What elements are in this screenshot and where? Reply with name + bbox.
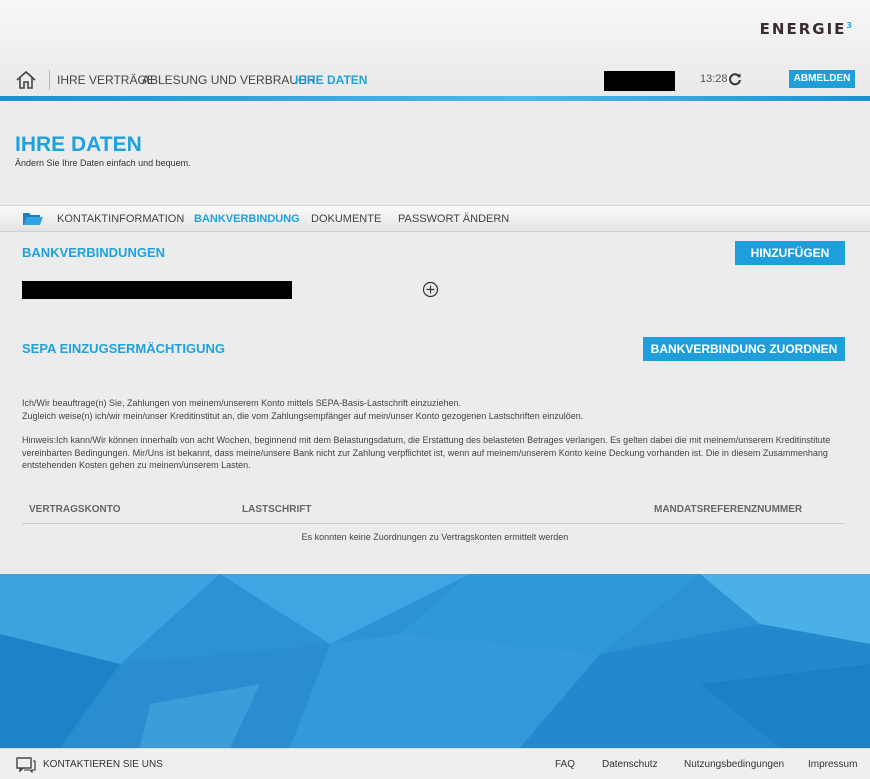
logo[interactable]: ENERGIE3 [760,20,854,38]
header-accent-bar [0,96,870,101]
footer-faq-link[interactable]: FAQ [555,759,575,770]
footer-privacy-link[interactable]: Datenschutz [602,759,658,770]
logo-sup: 3 [846,21,854,30]
logout-button[interactable]: ABMELDEN [789,70,855,88]
main-nav: IHRE VERTRÄGE ABLESUNG UND VERBRAUCH IHR… [0,64,870,96]
col-header-debit: LASTSCHRIFT [242,504,312,515]
decorative-banner [0,574,870,748]
footer-imprint-link[interactable]: Impressum [808,759,857,770]
col-header-mandate: MANDATSREFERENZNUMMER [654,504,803,515]
sepa-mandate-text: Ich/Wir beauftrage(n) Sie, Zahlungen von… [22,397,832,422]
nav-divider [49,70,50,90]
add-bank-button[interactable]: HINZUFÜGEN [735,241,845,265]
nav-reading[interactable]: ABLESUNG UND VERBRAUCH [142,73,315,87]
banner-graphic [0,574,870,748]
session-time: 13:28 [700,73,728,85]
sepa-mandate-line-2: Zugleich weise(n) ich/wir mein/unser Kre… [22,410,584,421]
logo-text: ENERGIE [759,20,847,38]
home-icon[interactable] [15,70,37,90]
tab-bar: KONTAKTINFORMATION BANKVERBINDUNG DOKUME… [0,205,870,232]
header: ENERGIE3 IHRE VERTRÄGE ABLESUNG UND VERB… [0,0,870,101]
footer: KONTAKTIEREN SIE UNS FAQ Datenschutz Nut… [0,748,870,779]
refresh-icon[interactable] [728,72,742,86]
folder-icon [23,213,43,225]
plus-circle-icon[interactable] [422,281,439,298]
table-empty-message: Es konnten keine Zuordnungen zu Vertrags… [301,532,569,542]
tab-documents[interactable]: DOKUMENTE [311,213,381,225]
sepa-mandate-line-1: Ich/Wir beauftrage(n) Sie, Zahlungen von… [22,398,462,408]
tab-password[interactable]: PASSWORT ÄNDERN [398,213,509,225]
sepa-notice-text: Hinweis:Ich kann/Wir können innerhalb vo… [22,435,831,470]
nav-contracts[interactable]: IHRE VERTRÄGE [57,73,155,87]
tab-bank[interactable]: BANKVERBINDUNG [194,213,300,225]
footer-contact-link[interactable]: KONTAKTIEREN SIE UNS [43,759,163,770]
bank-section-title: BANKVERBINDUNGEN [22,245,166,260]
sepa-section-title: SEPA EINZUGSERMÄCHTIGUNG [22,341,225,356]
redacted-username [604,71,675,91]
redacted-bank-account [22,281,292,299]
tab-contact[interactable]: KONTAKTINFORMATION [57,213,184,225]
chat-icon[interactable] [16,757,36,773]
nav-data[interactable]: IHRE DATEN [295,73,367,87]
page-title: IHRE DATEN [15,133,142,156]
page-subtitle: Ändern Sie Ihre Daten einfach und bequem… [15,158,191,168]
footer-terms-link[interactable]: Nutzungsbedingungen [684,759,784,770]
col-header-contract: VERTRAGSKONTO [29,504,121,515]
assign-bank-button[interactable]: BANKVERBINDUNG ZUORDNEN [643,337,845,361]
table-divider [22,523,845,524]
